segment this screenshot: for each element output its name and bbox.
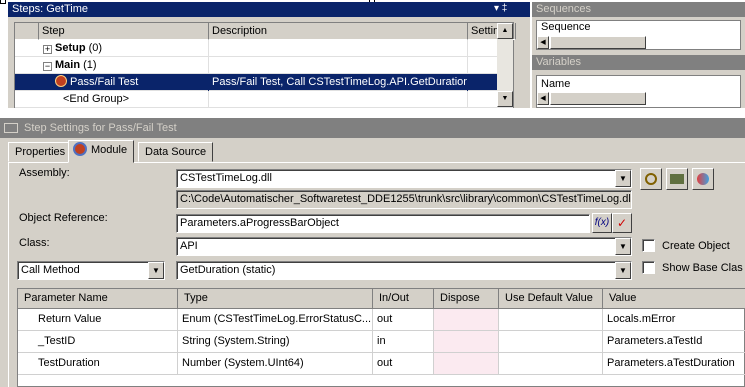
assembly-dropdown[interactable]: CSTestTimeLog.dll	[176, 169, 632, 188]
horizontal-scroll-thumb[interactable]	[550, 36, 646, 49]
step-settings-titlebar: Step Settings for Pass/Fail Test	[0, 118, 745, 138]
step-row-end-group[interactable]: <End Group>	[15, 91, 513, 108]
param-type-cell[interactable]: Enum (CSTestTimeLog.ErrorStatusC...	[178, 309, 373, 331]
object-reference-label: Object Reference:	[19, 212, 108, 224]
param-dispose-cell[interactable]	[434, 353, 499, 375]
column-header-in-out[interactable]: In/Out	[373, 289, 434, 309]
expression-browser-button[interactable]: f(x)	[592, 213, 612, 233]
scroll-left-icon[interactable]: ◀	[537, 92, 549, 105]
param-use-default-cell[interactable]	[499, 331, 603, 353]
show-base-class-checkbox[interactable]	[642, 261, 655, 274]
parameters-table: Parameter Name Type In/Out Dispose Use D…	[17, 288, 745, 387]
chevron-down-icon[interactable]: ▼	[615, 262, 631, 279]
scroll-up-icon[interactable]: ▲	[497, 23, 513, 39]
object-reference-input[interactable]: Parameters.aProgressBarObject	[176, 214, 590, 233]
chevron-down-icon[interactable]: ▼	[148, 262, 164, 279]
reload-assembly-icon[interactable]	[666, 168, 688, 190]
chevron-down-icon[interactable]: ▼	[615, 170, 631, 187]
tab-module-label: Module	[91, 144, 128, 156]
param-type-cell[interactable]: Number (System.UInt64)	[178, 353, 373, 375]
steps-grid-header: Step Description Settings	[15, 23, 516, 40]
scroll-left-icon[interactable]: ◀	[537, 36, 549, 49]
column-header-step[interactable]: Step	[39, 23, 209, 40]
steps-grid: Step Description Settings + Setup (0) − Ma…	[14, 22, 516, 108]
step-count: (1)	[83, 59, 97, 71]
step-row-pass-fail-test[interactable]: Pass/Fail Test Pass/Fail Test, Call CSTe…	[15, 74, 513, 91]
step-name: Main	[55, 59, 81, 71]
column-header-dispose[interactable]: Dispose	[434, 289, 499, 309]
param-use-default-cell[interactable]	[499, 353, 603, 375]
class-dropdown[interactable]: API	[176, 237, 632, 256]
param-inout-cell[interactable]: out	[373, 353, 434, 375]
create-object-checkbox[interactable]	[642, 239, 655, 252]
variables-list[interactable]: Name ◀	[536, 75, 741, 108]
variables-panel: Variables Name ◀	[532, 55, 745, 108]
steps-panel-titlebar: Steps: GetTime ▾ ‡	[8, 2, 530, 17]
step-description	[209, 57, 468, 74]
step-description: Pass/Fail Test, Call CSTestTimeLog.API.G…	[209, 74, 468, 91]
show-base-class-label: Show Base Clas	[662, 262, 743, 274]
step-row-main[interactable]: − Main (1)	[15, 57, 513, 74]
column-header-type[interactable]: Type	[178, 289, 373, 309]
step-description	[209, 40, 468, 57]
step-description	[209, 91, 468, 108]
tab-data-source[interactable]: Data Source	[138, 142, 214, 162]
param-type-cell[interactable]: String (System.String)	[178, 331, 373, 353]
assembly-label: Assembly:	[19, 167, 70, 179]
expand-icon[interactable]: +	[43, 45, 52, 54]
chevron-down-icon[interactable]: ▼	[615, 238, 631, 255]
param-use-default-cell[interactable]	[499, 309, 603, 331]
param-name-cell[interactable]: Return Value	[18, 309, 178, 331]
param-value-cell[interactable]: Parameters.aTestId	[603, 331, 745, 353]
steps-panel: Steps: GetTime ▾ ‡ Step Description Sett…	[8, 2, 530, 108]
edit-code-icon[interactable]	[692, 168, 714, 190]
assembly-path: C:\Code\Automatischer_Softwaretest_DDE12…	[176, 190, 632, 209]
sequences-panel-title: Sequences	[532, 2, 745, 17]
sequences-list[interactable]: Sequence ◀	[536, 20, 741, 50]
step-name: Setup	[55, 42, 86, 54]
param-value-cell[interactable]: Parameters.aTestDuration	[603, 353, 745, 375]
settings-tag-icon	[4, 123, 18, 133]
column-header-parameter-name[interactable]: Parameter Name	[18, 289, 178, 309]
check-expression-button[interactable]: ✓	[612, 213, 632, 233]
param-name-cell[interactable]: _TestID	[18, 331, 178, 353]
horizontal-scroll-thumb[interactable]	[550, 92, 646, 105]
tab-module[interactable]: Module	[68, 140, 135, 163]
column-header-description[interactable]: Description	[209, 23, 468, 40]
call-type-dropdown[interactable]: Call Method	[17, 261, 165, 280]
class-label: Class:	[19, 237, 50, 249]
method-dropdown[interactable]: GetDuration (static)	[176, 261, 632, 280]
pin-icon[interactable]: ▾ ‡	[494, 2, 507, 16]
row-header-corner	[15, 23, 39, 40]
steps-panel-title: Steps: GetTime	[12, 3, 89, 15]
param-dispose-cell[interactable]	[434, 309, 499, 331]
create-object-label: Create Object	[662, 240, 730, 252]
param-inout-cell[interactable]: in	[373, 331, 434, 353]
browse-assembly-icon[interactable]	[640, 168, 662, 190]
sequences-panel: Sequences Sequence ◀	[532, 2, 745, 54]
tab-properties[interactable]: Properties	[8, 142, 73, 162]
step-settings-title: Step Settings for Pass/Fail Test	[24, 122, 177, 134]
resize-handle-top-left[interactable]	[0, 0, 6, 4]
dotnet-step-icon	[55, 75, 67, 87]
step-count: (0)	[88, 42, 103, 54]
variable-column-header: Name	[541, 78, 571, 90]
steps-vertical-scrollbar[interactable]: ▲ ▼	[497, 23, 513, 107]
sequence-column-header: Sequence	[541, 21, 591, 33]
module-icon	[73, 142, 87, 156]
scroll-down-icon[interactable]: ▼	[497, 91, 513, 107]
param-dispose-cell[interactable]	[434, 331, 499, 353]
collapse-icon[interactable]: −	[43, 62, 52, 71]
column-header-value[interactable]: Value	[603, 289, 745, 309]
step-name: <End Group>	[39, 91, 209, 108]
variables-panel-title: Variables	[532, 55, 745, 70]
param-value-cell[interactable]: Locals.mError	[603, 309, 745, 331]
param-inout-cell[interactable]: out	[373, 309, 434, 331]
step-row-setup[interactable]: + Setup (0)	[15, 40, 513, 57]
param-name-cell[interactable]: TestDuration	[18, 353, 178, 375]
column-header-use-default-value[interactable]: Use Default Value	[499, 289, 603, 309]
step-name: Pass/Fail Test	[70, 76, 139, 88]
right-panels: Sequences Sequence ◀ Variables Name ◀	[532, 2, 745, 108]
